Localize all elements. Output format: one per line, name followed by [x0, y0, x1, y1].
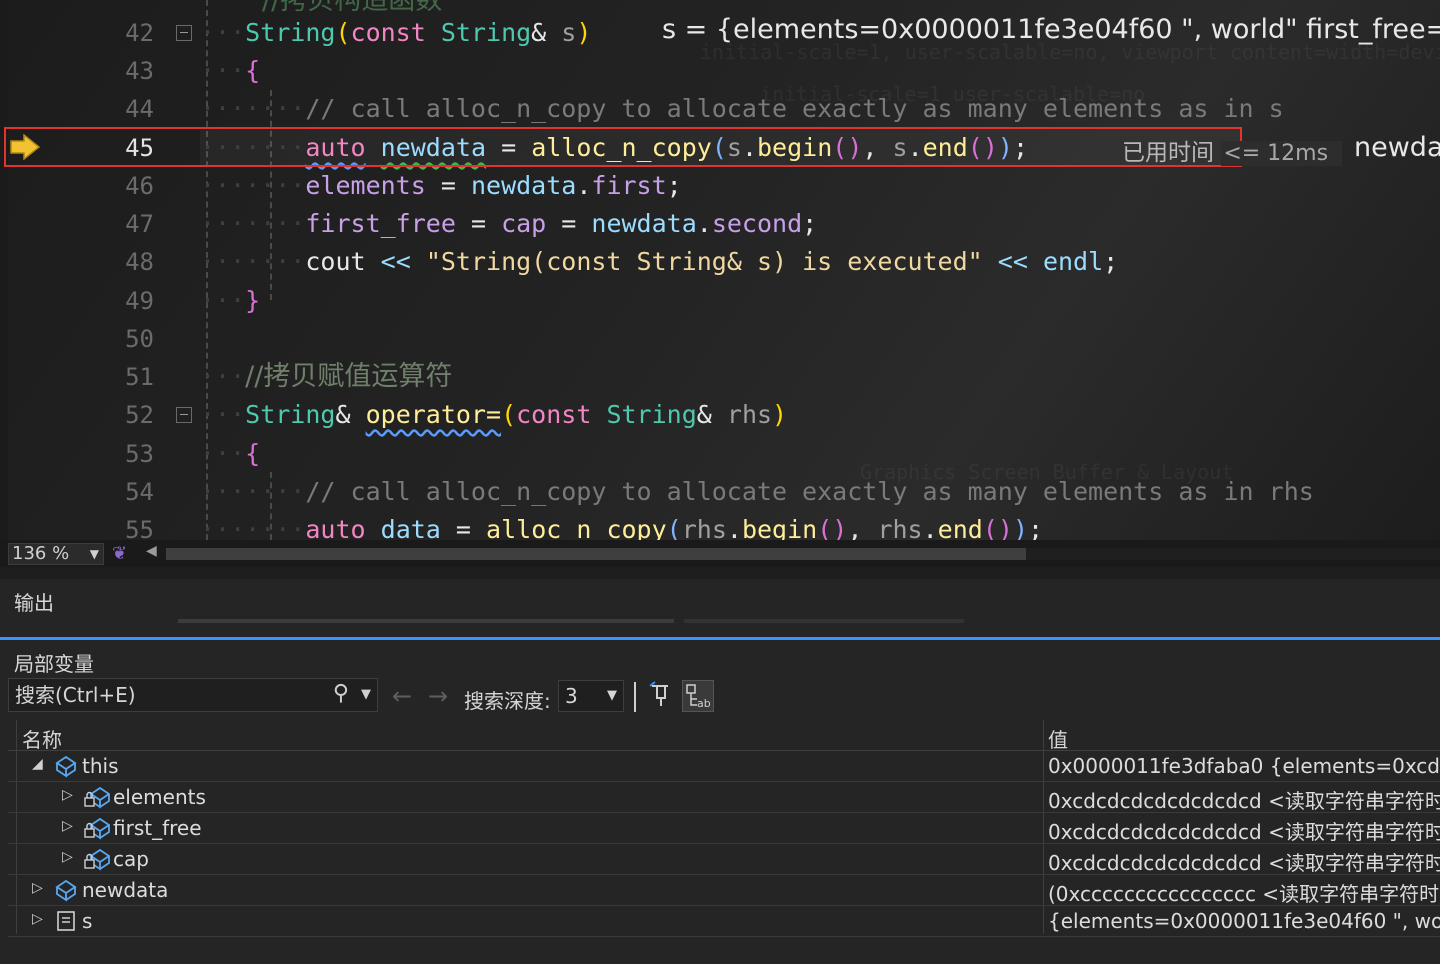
- locals-title[interactable]: 局部变量: [14, 648, 94, 677]
- object-icon: [54, 754, 78, 782]
- locals-window: 局部变量 搜索(Ctrl+E) ⚲ ▼ ← → 搜索深度: 3 ▼ ab 名称 …: [0, 637, 1440, 964]
- variable-value[interactable]: 0x0000011fe3dfaba0 {elements=0xcdcdcdcdc…: [1048, 754, 1440, 778]
- table-row[interactable]: ◢ this 0x0000011fe3dfaba0 {elements=0xcd…: [8, 751, 1440, 782]
- panel-splitter[interactable]: [0, 567, 1440, 579]
- object-icon: [54, 878, 78, 906]
- variable-name: s: [82, 909, 93, 933]
- line-number: 50: [125, 325, 154, 353]
- svg-text:ab: ab: [697, 697, 711, 710]
- pin-icon: [649, 681, 668, 706]
- output-toolbar-strip: [178, 619, 674, 623]
- chevron-down-icon: ▼: [89, 547, 99, 561]
- table-row[interactable]: ▷ s {elements=0x0000011fe3e04f60 ", worl…: [8, 906, 1440, 937]
- variable-value[interactable]: (0xcccccccccccccccc <读取字符串字符时出错。>: [1048, 878, 1440, 907]
- editor-status-bar: 136 % ▼ ❦ ◀: [0, 540, 1440, 567]
- variable-name: this: [82, 754, 119, 778]
- code-line: 54 ·······// call alloc_n_copy to alloca…: [0, 473, 1440, 511]
- current-statement-box: [4, 127, 1242, 167]
- datatip-value[interactable]: s = {elements=0x0000011fe3e04f60 ", worl…: [662, 14, 1440, 45]
- code-line: 49 ···}: [0, 282, 1440, 320]
- code-line: 51 ···//拷贝赋值运算符: [0, 358, 1440, 396]
- perf-value: <= 12ms: [1221, 141, 1343, 166]
- view-as-text-button[interactable]: ab: [682, 680, 714, 712]
- code-line: 47 ·······first_free = cap = newdata.sec…: [0, 205, 1440, 243]
- line-number: 47: [125, 210, 154, 238]
- code-line: 50: [0, 320, 1440, 358]
- variable-name: first_free: [113, 816, 202, 840]
- line-number: 49: [125, 287, 154, 315]
- search-icon[interactable]: ⚲: [333, 678, 349, 710]
- perf-tip[interactable]: 已用时间 <= 12ms: [1122, 133, 1343, 167]
- code-line: 44 ·······// call alloc_n_copy to alloca…: [0, 90, 1440, 128]
- expand-arrow-icon[interactable]: ▷: [62, 818, 73, 834]
- line-number: 48: [125, 248, 154, 276]
- column-header-name[interactable]: 名称: [22, 724, 62, 753]
- reference-icon: [54, 909, 78, 937]
- zoom-dropdown[interactable]: 136 % ▼: [8, 543, 104, 565]
- variable-value[interactable]: 0xcdcdcdcdcdcdcdcd <读取字符串字符时出错。>: [1048, 785, 1440, 814]
- variable-value[interactable]: 0xcdcdcdcdcdcdcdcd <读取字符串字符时出错。>: [1048, 847, 1440, 876]
- collapse-toggle[interactable]: [176, 25, 192, 41]
- copilot-icon[interactable]: ❦: [112, 543, 127, 564]
- horizontal-scrollbar-thumb[interactable]: [166, 548, 1026, 560]
- code-line: 46 ·······elements = newdata.first;: [0, 167, 1440, 205]
- collapse-arrow-icon[interactable]: ◢: [32, 756, 43, 772]
- table-row[interactable]: ▷ cap 0xcdcdcdcdcdcdcdcd <读取字符串字符时出错。>: [8, 844, 1440, 875]
- table-row[interactable]: ▷ newdata (0xcccccccccccccccc <读取字符串字符时出…: [8, 875, 1440, 906]
- line-number: 43: [125, 57, 154, 85]
- expand-arrow-icon[interactable]: ▷: [62, 787, 73, 803]
- table-row[interactable]: ▷ elements 0xcdcdcdcdcdcdcdcd <读取字符串字符时出…: [8, 782, 1440, 813]
- line-number: 46: [125, 172, 154, 200]
- expand-arrow-icon[interactable]: ▷: [32, 880, 43, 896]
- collapse-toggle[interactable]: [176, 407, 192, 423]
- scroll-left-icon[interactable]: ◀: [146, 543, 157, 559]
- code-editor[interactable]: initial-scale=1, user-scalable=no, viewp…: [0, 0, 1440, 540]
- line-number: 55: [125, 516, 154, 540]
- search-depth-value: 3: [565, 684, 578, 708]
- back-arrow-icon[interactable]: ←: [392, 682, 412, 710]
- line-number: 53: [125, 440, 154, 468]
- line-number: 42: [125, 19, 154, 47]
- code-line: 53 ···{: [0, 435, 1440, 473]
- chevron-down-icon: ▼: [607, 688, 617, 703]
- private-member-icon: [84, 785, 111, 813]
- search-depth-label: 搜索深度:: [464, 689, 551, 713]
- output-toolbar-strip: [684, 619, 964, 623]
- line-number: 54: [125, 478, 154, 506]
- expand-arrow-icon[interactable]: ▷: [62, 849, 73, 865]
- toolbar-separator: [634, 682, 636, 712]
- private-member-icon: [84, 847, 111, 875]
- variable-value[interactable]: 0xcdcdcdcdcdcdcdcd <读取字符串字符时出错。>: [1048, 816, 1440, 845]
- output-panel: 输出: [0, 567, 1440, 637]
- expand-arrow-icon[interactable]: ▷: [32, 911, 43, 927]
- code-line: 48 ·······cout << "String(const String& …: [0, 243, 1440, 281]
- search-input[interactable]: 搜索(Ctrl+E) ⚲ ▼: [8, 678, 378, 712]
- line-number: 44: [125, 95, 154, 123]
- chevron-down-icon[interactable]: ▼: [361, 679, 371, 711]
- private-member-icon: [84, 816, 111, 844]
- text-view-icon: ab: [686, 684, 711, 710]
- column-header-value[interactable]: 值: [1048, 724, 1068, 753]
- variable-name: elements: [113, 785, 206, 809]
- locals-grid: 名称 值 ◢ this 0x0000011fe3dfaba0 {elements…: [8, 720, 1440, 937]
- code-line: 43 ···{: [0, 52, 1440, 90]
- perf-label: 已用时间: [1122, 140, 1214, 166]
- variable-name: newdata: [82, 878, 169, 902]
- line-number: 52: [125, 401, 154, 429]
- variable-name: cap: [113, 847, 149, 871]
- code-line: 55 ·······auto data = alloc_n_copy(rhs.b…: [0, 511, 1440, 540]
- zoom-value: 136 %: [12, 543, 70, 564]
- output-panel-title[interactable]: 输出: [14, 587, 54, 616]
- table-row[interactable]: ▷ first_free 0xcdcdcdcdcdcdcdcd <读取字符串字符…: [8, 813, 1440, 844]
- execution-pointer-icon[interactable]: [10, 133, 41, 164]
- line-number: 51: [125, 363, 154, 391]
- code-line: 52 ···String& operator=(const String& rh…: [0, 396, 1440, 434]
- variable-value[interactable]: {elements=0x0000011fe3e04f60 ", world" f…: [1048, 909, 1440, 933]
- datatip-overflow: newda: [1354, 132, 1440, 163]
- pin-button[interactable]: [646, 680, 678, 712]
- forward-arrow-icon[interactable]: →: [428, 682, 448, 710]
- grid-header: 名称 值: [8, 720, 1440, 753]
- search-placeholder: 搜索(Ctrl+E): [15, 683, 136, 707]
- search-depth-select[interactable]: 3 ▼: [558, 680, 624, 712]
